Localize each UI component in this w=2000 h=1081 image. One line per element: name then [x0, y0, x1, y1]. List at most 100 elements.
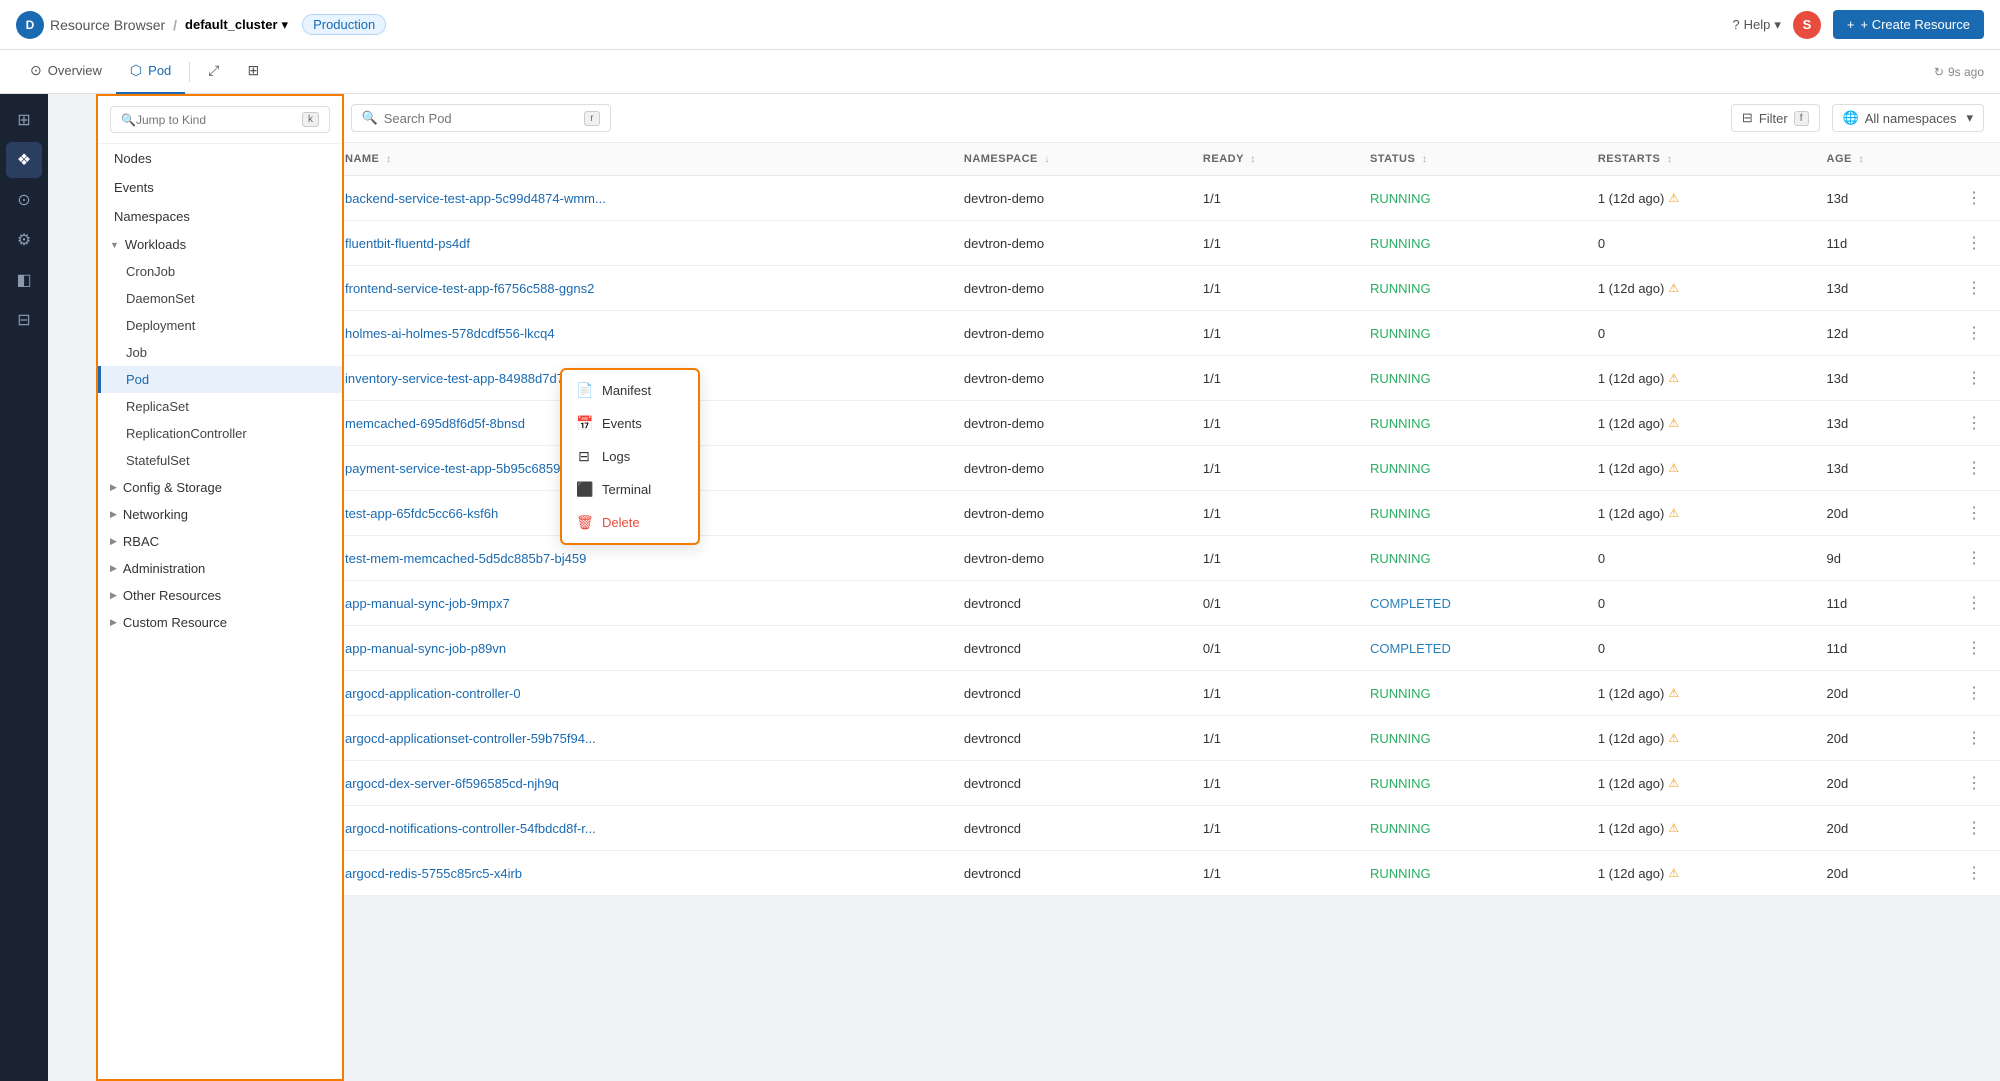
- restart-warn-icon: ⚠: [1668, 416, 1679, 430]
- tab-overview[interactable]: ⊙ Overview: [16, 50, 116, 94]
- help-button[interactable]: ? Help ▾: [1732, 17, 1781, 33]
- sidebar-item-cronjob[interactable]: CronJob: [98, 258, 342, 285]
- th-age[interactable]: AGE ↕: [1815, 143, 1948, 176]
- rail-apps-icon[interactable]: ⊙: [6, 182, 42, 218]
- th-namespace[interactable]: NAMESPACE ↓: [952, 143, 1191, 176]
- row-status-1: RUNNING: [1358, 221, 1586, 266]
- rail-stack-icon[interactable]: ⊟: [6, 302, 42, 338]
- sidebar-group-config-storage[interactable]: ▶ Config & Storage: [98, 474, 342, 501]
- pod-link-9[interactable]: app-manual-sync-job-9mpx7: [345, 596, 510, 611]
- sidebar-group-workloads[interactable]: ▼ Workloads: [98, 231, 342, 258]
- row-menu-button-8[interactable]: ⋮: [1960, 546, 1988, 570]
- sidebar-item-replicaset[interactable]: ReplicaSet: [98, 393, 342, 420]
- rail-home-icon[interactable]: ⊞: [6, 102, 42, 138]
- env-badge[interactable]: Production: [302, 14, 386, 35]
- ctx-events[interactable]: 📅 Events: [562, 407, 698, 440]
- row-ready-10: 0/1: [1191, 626, 1358, 671]
- row-menu-button-11[interactable]: ⋮: [1960, 681, 1988, 705]
- row-menu-button-4[interactable]: ⋮: [1960, 366, 1988, 390]
- namespace-label: All namespaces: [1865, 111, 1957, 126]
- row-menu-button-1[interactable]: ⋮: [1960, 231, 1988, 255]
- table-row: test-mem-memcached-5d5dc885b7-bj459 devt…: [296, 536, 2000, 581]
- ctx-terminal[interactable]: ⬛ Terminal: [562, 473, 698, 506]
- pod-link-13[interactable]: argocd-dex-server-6f596585cd-njh9q: [345, 776, 559, 791]
- config-storage-label: Config & Storage: [123, 480, 222, 495]
- manifest-label: Manifest: [602, 383, 651, 398]
- jump-to-kind-input[interactable]: [136, 113, 302, 127]
- th-restarts[interactable]: RESTARTS ↕: [1586, 143, 1815, 176]
- sidebar-item-daemonset[interactable]: DaemonSet: [98, 285, 342, 312]
- administration-triangle-icon: ▶: [110, 563, 117, 574]
- sidebar-group-networking[interactable]: ▶ Networking: [98, 501, 342, 528]
- help-label: Help: [1744, 17, 1771, 32]
- row-status-2: RUNNING: [1358, 266, 1586, 311]
- restart-warn-icon: ⚠: [1668, 191, 1679, 205]
- pod-link-3[interactable]: holmes-ai-holmes-578dcdf556-lkcq4: [345, 326, 555, 341]
- sidebar-group-other-resources[interactable]: ▶ Other Resources: [98, 582, 342, 609]
- sidebar-item-nodes[interactable]: Nodes: [98, 144, 342, 173]
- icon-rail: ⊞ ❖ ⊙ ⚙ ◧ ⊟: [0, 94, 48, 1081]
- create-resource-button[interactable]: + + Create Resource: [1833, 10, 1984, 39]
- row-menu-button-15[interactable]: ⋮: [1960, 861, 1988, 885]
- row-menu-button-13[interactable]: ⋮: [1960, 771, 1988, 795]
- th-ready[interactable]: READY ↕: [1191, 143, 1358, 176]
- pod-link-14[interactable]: argocd-notifications-controller-54fbdcd8…: [345, 821, 596, 836]
- sidebar-item-deployment[interactable]: Deployment: [98, 312, 342, 339]
- filter-button[interactable]: ⊟ Filter f: [1731, 104, 1820, 132]
- search-pod-input[interactable]: [384, 111, 564, 126]
- tab-pod[interactable]: ⬡ Pod: [116, 50, 185, 94]
- row-menu-button-14[interactable]: ⋮: [1960, 816, 1988, 840]
- sidebar-item-job[interactable]: Job: [98, 339, 342, 366]
- pod-link-7[interactable]: test-app-65fdc5cc66-ksf6h: [345, 506, 498, 521]
- row-namespace-11: devtroncd: [952, 671, 1191, 716]
- row-ready-13: 1/1: [1191, 761, 1358, 806]
- ctx-manifest[interactable]: 📄 Manifest: [562, 374, 698, 407]
- row-menu-button-9[interactable]: ⋮: [1960, 591, 1988, 615]
- row-menu-button-3[interactable]: ⋮: [1960, 321, 1988, 345]
- pod-link-10[interactable]: app-manual-sync-job-p89vn: [345, 641, 506, 656]
- row-actions-7: ⋮: [1948, 491, 2000, 536]
- sidebar-item-statefulset[interactable]: StatefulSet: [98, 447, 342, 474]
- jump-to-kind-input-wrap[interactable]: 🔍 k: [110, 106, 330, 133]
- th-name[interactable]: NAME ↕: [333, 143, 952, 176]
- rail-layers-icon[interactable]: ◧: [6, 262, 42, 298]
- pod-link-12[interactable]: argocd-applicationset-controller-59b75f9…: [345, 731, 596, 746]
- avatar[interactable]: S: [1793, 11, 1821, 39]
- pod-link-8[interactable]: test-mem-memcached-5d5dc885b7-bj459: [345, 551, 586, 566]
- pod-link-15[interactable]: argocd-redis-5755c85rc5-x4irb: [345, 866, 522, 881]
- rbac-triangle-icon: ▶: [110, 536, 117, 547]
- rail-settings-icon[interactable]: ⚙: [6, 222, 42, 258]
- ctx-delete[interactable]: 🗑 Delete: [562, 506, 698, 539]
- pod-link-0[interactable]: backend-service-test-app-5c99d4874-wmm..…: [345, 191, 606, 206]
- row-menu-button-10[interactable]: ⋮: [1960, 636, 1988, 660]
- sidebar-item-replicationcontroller[interactable]: ReplicationController: [98, 420, 342, 447]
- row-menu-button-0[interactable]: ⋮: [1960, 186, 1988, 210]
- row-restarts-10: 0: [1586, 626, 1815, 671]
- sidebar-group-administration[interactable]: ▶ Administration: [98, 555, 342, 582]
- sidebar-item-pod[interactable]: Pod: [98, 366, 342, 393]
- rail-resource-icon[interactable]: ❖: [6, 142, 42, 178]
- pod-link-1[interactable]: fluentbit-fluentd-ps4df: [345, 236, 470, 251]
- row-menu-button-7[interactable]: ⋮: [1960, 501, 1988, 525]
- th-status[interactable]: STATUS ↕: [1358, 143, 1586, 176]
- grid-tab-icon: ⊞: [248, 62, 260, 79]
- namespace-selector[interactable]: 🌐 All namespaces ▾: [1832, 104, 1985, 132]
- sidebar-group-custom-resource[interactable]: ▶ Custom Resource: [98, 609, 342, 636]
- tab-grid[interactable]: ⊞: [234, 50, 274, 94]
- row-menu-button-12[interactable]: ⋮: [1960, 726, 1988, 750]
- row-menu-button-6[interactable]: ⋮: [1960, 456, 1988, 480]
- sidebar-item-namespaces[interactable]: Namespaces: [98, 202, 342, 231]
- sidebar-group-rbac[interactable]: ▶ RBAC: [98, 528, 342, 555]
- pod-link-11[interactable]: argocd-application-controller-0: [345, 686, 521, 701]
- pod-link-5[interactable]: memcached-695d8f6d5f-8bnsd: [345, 416, 525, 431]
- pod-link-2[interactable]: frontend-service-test-app-f6756c588-ggns…: [345, 281, 594, 296]
- table-body: backend-service-test-app-5c99d4874-wmm..…: [296, 176, 2000, 896]
- tab-chart[interactable]: ⤢: [194, 50, 233, 94]
- cluster-dropdown[interactable]: default_cluster ▾: [185, 17, 288, 33]
- topbar-right: ? Help ▾ S + + Create Resource: [1732, 10, 1984, 39]
- row-menu-button-5[interactable]: ⋮: [1960, 411, 1988, 435]
- terminal-icon: ⬛: [576, 481, 592, 498]
- ctx-logs[interactable]: ⊟ Logs: [562, 440, 698, 473]
- row-menu-button-2[interactable]: ⋮: [1960, 276, 1988, 300]
- sidebar-item-events[interactable]: Events: [98, 173, 342, 202]
